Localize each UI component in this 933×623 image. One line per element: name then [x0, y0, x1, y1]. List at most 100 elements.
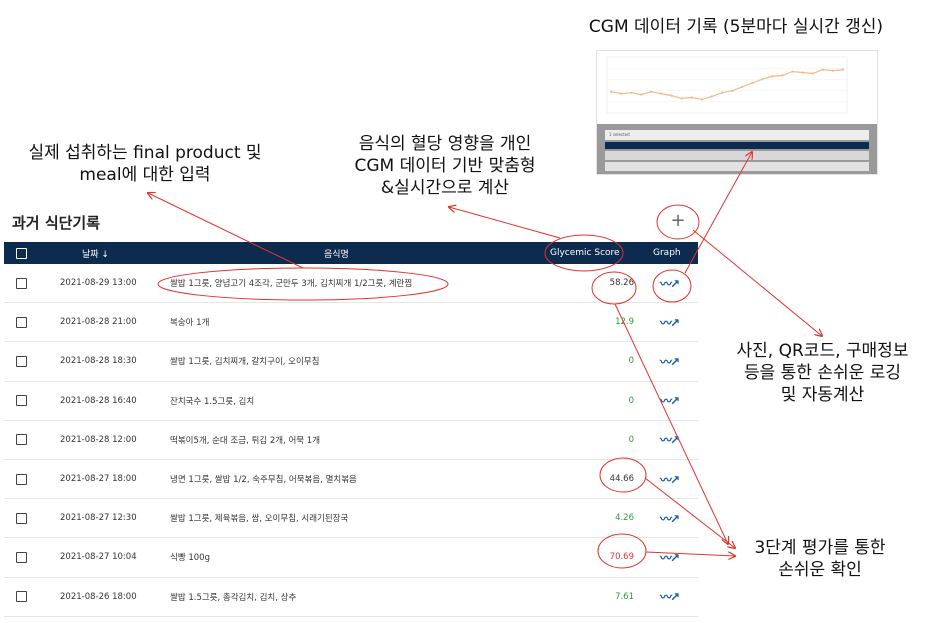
- meal-input-annotation: 실제 섭취하는 final product 및 meal에 대한 입력: [10, 142, 280, 186]
- row-glycemic-score: 0: [628, 395, 634, 406]
- cgm-data-point: [841, 68, 845, 71]
- cgm-data-point: [619, 92, 623, 95]
- row-select-cell: [16, 421, 30, 459]
- table-row[interactable]: 2021-08-27 12:30 쌀밥 1그릇, 제육볶음, 쌈, 오이무침, 시…: [4, 499, 698, 539]
- trend-graph-icon: 〰↗: [659, 472, 680, 487]
- row-food-name: 떡볶이5개, 순대 조금, 튀김 2개, 어묵 1개: [170, 435, 321, 446]
- cgm-data-point: [670, 94, 673, 97]
- logging-annotation: 사진, QR코드, 구매정보 등을 통한 손쉬운 로깅 및 자동계산: [720, 340, 925, 406]
- table-row[interactable]: 2021-08-26 18:00 쌀밥 1.5그릇, 총각김치, 김치, 상추 7.…: [4, 578, 698, 617]
- cgm-data-point: [660, 92, 663, 95]
- select-all-checkbox[interactable]: [16, 247, 27, 259]
- row-select-cell: [16, 538, 30, 576]
- row-date: 2021-08-28 21:00: [60, 317, 137, 328]
- row-graph-button[interactable]: 〰↗: [654, 421, 684, 459]
- row-checkbox[interactable]: [16, 395, 27, 407]
- evaluation-annotation: 3단계 평가를 통한 손쉬운 확인: [720, 537, 920, 581]
- row-select-cell: [16, 460, 30, 498]
- annotation-line: &실시간으로 계산: [380, 178, 510, 198]
- cgm-data-point: [831, 69, 835, 72]
- page-title: 과거 식단기록: [12, 214, 101, 232]
- row-glycemic-score: 4.26: [615, 513, 634, 524]
- row-graph-button[interactable]: 〰↗: [654, 578, 684, 616]
- table-row[interactable]: 2021-08-28 16:40 잔치국수 1.5그릇, 김치 0 〰↗: [4, 382, 698, 421]
- row-checkbox[interactable]: [16, 473, 27, 485]
- row-select-cell: [16, 342, 30, 380]
- row-date: 2021-08-28 12:00: [60, 434, 137, 445]
- column-header-date[interactable]: 날짜 ↓: [82, 242, 109, 264]
- row-graph-button[interactable]: 〰↗: [654, 538, 684, 576]
- thumbnail-selection-text: 1 selected: [609, 132, 630, 137]
- row-glycemic-score: 12.9: [615, 317, 634, 328]
- row-graph-button[interactable]: 〰↗: [654, 264, 684, 302]
- cgm-data-point: [761, 78, 764, 81]
- row-glycemic-score: 0: [628, 434, 634, 445]
- table-header: 날짜 ↓ 음식명 Glycemic Score Graph: [4, 242, 698, 264]
- row-checkbox[interactable]: [16, 277, 27, 289]
- annotation-line: 음식의 혈당 영향을 개인: [358, 134, 532, 154]
- row-glycemic-score: 0: [628, 356, 634, 367]
- add-meal-button[interactable]: +: [667, 210, 689, 232]
- row-graph-button[interactable]: 〰↗: [654, 303, 684, 341]
- row-checkbox[interactable]: [16, 591, 27, 603]
- row-date: 2021-08-26 18:00: [60, 591, 137, 602]
- table-row[interactable]: 2021-08-27 18:00 냉면 1그릇, 쌀밥 1/2, 숙주무침, 어묵…: [4, 460, 698, 500]
- trend-graph-icon: 〰↗: [659, 394, 680, 409]
- table-row[interactable]: 2021-08-28 12:00 떡볶이5개, 순대 조금, 튀김 2개, 어묵 …: [4, 421, 698, 460]
- cgm-data-point: [690, 96, 693, 99]
- row-date: 2021-08-28 16:40: [60, 395, 137, 406]
- row-checkbox[interactable]: [16, 355, 27, 367]
- table-row[interactable]: 2021-08-28 18:30 쌀밥 1그릇, 김치찌개, 갈치구이, 오이무침…: [4, 342, 698, 382]
- arrow: [449, 207, 561, 239]
- trend-graph-icon: 〰↗: [659, 590, 680, 605]
- cgm-data-point: [720, 91, 724, 94]
- row-select-cell: [16, 382, 30, 420]
- trend-graph-icon: 〰↗: [659, 511, 680, 526]
- table-row[interactable]: 2021-08-29 13:00 쌀밥 1그릇, 양념고기 4조각, 군만두 3개…: [4, 264, 698, 304]
- row-graph-button[interactable]: 〰↗: [654, 382, 684, 420]
- row-date: 2021-08-28 18:30: [60, 356, 137, 367]
- row-graph-button[interactable]: 〰↗: [654, 460, 684, 498]
- row-graph-button[interactable]: 〰↗: [654, 342, 684, 380]
- row-food-name: 복숭아 1개: [170, 318, 210, 329]
- row-food-name: 잔치국수 1.5그릇, 김치: [170, 396, 255, 407]
- row-select-cell: [16, 303, 30, 341]
- cgm-series-line: [610, 68, 844, 101]
- cgm-line-chart: [606, 56, 848, 114]
- column-header-graph: Graph: [653, 248, 681, 258]
- cgm-data-point: [751, 81, 754, 85]
- trend-graph-icon: 〰↗: [659, 354, 680, 369]
- thumbnail-table-row: [605, 151, 869, 160]
- thumbnail-table-header: [605, 142, 869, 149]
- row-food-name: 쌀밥 1그릇, 김치찌개, 갈치구이, 오이무침: [170, 357, 320, 368]
- annotation-line: 사진, QR코드, 구매정보: [736, 341, 909, 361]
- cgm-data-point: [791, 70, 794, 73]
- row-checkbox[interactable]: [16, 316, 27, 328]
- row-graph-button[interactable]: 〰↗: [654, 499, 684, 537]
- annotation-line: 및 자동계산: [780, 385, 865, 405]
- row-date: 2021-08-27 10:04: [60, 552, 137, 563]
- row-date: 2021-08-27 12:30: [60, 513, 137, 524]
- row-glycemic-score: 7.61: [615, 591, 634, 602]
- annotation-line: 손쉬운 확인: [778, 560, 862, 580]
- trend-graph-icon: 〰↗: [659, 550, 680, 565]
- annotation-line: meal에 대한 입력: [79, 165, 211, 185]
- annotation-line: 등을 통한 손쉬운 로깅: [744, 363, 901, 383]
- row-glycemic-score: 58.26: [609, 278, 634, 289]
- thumbnail-table-row: [605, 162, 869, 171]
- table-row[interactable]: 2021-08-28 21:00 복숭아 1개 12.9 〰↗: [4, 303, 698, 343]
- row-date: 2021-08-29 13:00: [60, 278, 137, 289]
- row-glycemic-score: 70.69: [609, 552, 634, 563]
- row-select-cell: [16, 264, 30, 302]
- row-food-name: 식빵 100g: [170, 553, 210, 564]
- trend-graph-icon: 〰↗: [659, 276, 680, 291]
- cgm-data-point: [640, 93, 643, 96]
- cgm-data-point: [771, 75, 774, 78]
- row-checkbox[interactable]: [16, 434, 27, 446]
- column-header-score: Glycemic Score: [550, 248, 620, 258]
- meal-history-table: 날짜 ↓ 음식명 Glycemic Score Graph 2021-08-29…: [4, 242, 698, 617]
- row-checkbox[interactable]: [16, 551, 27, 563]
- cgm-data-point: [630, 91, 633, 94]
- table-row[interactable]: 2021-08-27 10:04 식빵 100g 70.69 〰↗: [4, 538, 698, 578]
- row-checkbox[interactable]: [16, 512, 27, 524]
